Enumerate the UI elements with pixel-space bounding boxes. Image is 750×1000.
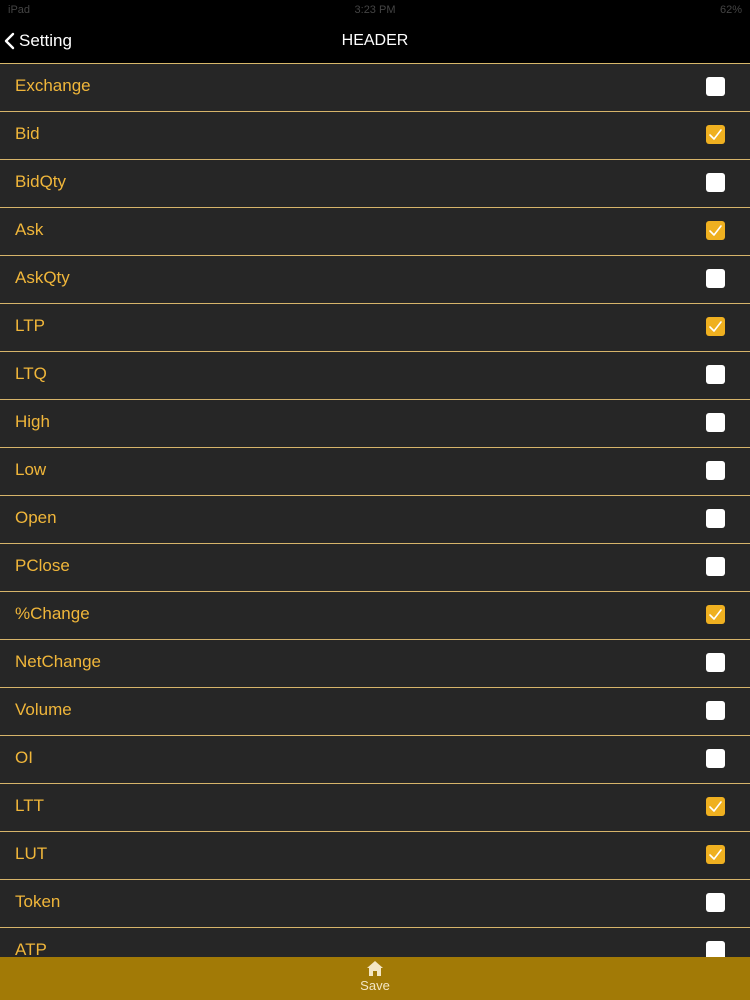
status-time: 3:23 PM	[354, 4, 396, 16]
status-battery: 62%	[719, 4, 742, 16]
list-item-label: Low	[15, 460, 47, 479]
status-bar: iPad 3:23 PM 62%	[0, 0, 750, 20]
list-item-label: %Change	[15, 604, 90, 623]
list-item-label: High	[15, 412, 50, 431]
home-icon	[367, 961, 383, 976]
checkbox[interactable]	[706, 509, 725, 528]
checkbox[interactable]	[706, 461, 725, 480]
tab-bar: Save	[0, 957, 750, 1000]
checkbox[interactable]	[706, 557, 725, 576]
checkbox[interactable]	[706, 941, 725, 957]
checkbox[interactable]	[706, 701, 725, 720]
checkbox[interactable]	[706, 365, 725, 384]
list-item[interactable]: AskQty	[0, 256, 750, 304]
list-item[interactable]: LTP	[0, 304, 750, 352]
list-item-label: BidQty	[15, 172, 67, 191]
checkmark-icon	[709, 321, 722, 332]
save-button[interactable]: Save	[345, 960, 405, 998]
list-item[interactable]: LTT	[0, 784, 750, 832]
list-item[interactable]: High	[0, 400, 750, 448]
checkbox[interactable]	[706, 749, 725, 768]
list-item-label: Volume	[15, 700, 72, 719]
list-item[interactable]: LUT	[0, 832, 750, 880]
list-item-label: OI	[15, 748, 33, 767]
list-item[interactable]: Exchange	[0, 64, 750, 112]
list-item-label: LTT	[15, 796, 44, 815]
list-item-label: LTQ	[15, 364, 47, 383]
list-item[interactable]: BidQty	[0, 160, 750, 208]
checkbox[interactable]	[706, 77, 725, 96]
list-item[interactable]: NetChange	[0, 640, 750, 688]
list-item[interactable]: ATP	[0, 928, 750, 957]
list-item-label: Bid	[15, 124, 40, 143]
list-item-label: ATP	[15, 940, 47, 957]
checkbox[interactable]	[706, 797, 725, 816]
list-item[interactable]: Ask	[0, 208, 750, 256]
checkmark-icon	[709, 225, 722, 236]
checkbox[interactable]	[706, 893, 725, 912]
list-item-label: Ask	[15, 220, 44, 239]
checkbox[interactable]	[706, 605, 725, 624]
checkmark-icon	[709, 129, 722, 140]
list-item-label: PClose	[15, 556, 70, 575]
checkmark-icon	[709, 801, 722, 812]
checkbox[interactable]	[706, 269, 725, 288]
page-title: HEADER	[341, 32, 409, 49]
checkbox[interactable]	[706, 653, 725, 672]
column-settings-list: Exchange Bid BidQty Ask AskQty LTP LTQ H…	[0, 64, 750, 957]
checkbox[interactable]	[706, 173, 725, 192]
checkmark-icon	[709, 609, 722, 620]
checkbox[interactable]	[706, 125, 725, 144]
list-item[interactable]: LTQ	[0, 352, 750, 400]
list-item[interactable]: Token	[0, 880, 750, 928]
checkbox[interactable]	[706, 845, 725, 864]
list-item-label: Token	[15, 892, 61, 911]
list-item[interactable]: OI	[0, 736, 750, 784]
checkbox[interactable]	[706, 221, 725, 240]
list-item-label: LUT	[15, 844, 48, 863]
list-item[interactable]: Open	[0, 496, 750, 544]
list-item[interactable]: Volume	[0, 688, 750, 736]
checkbox[interactable]	[706, 413, 725, 432]
list-item-label: LTP	[15, 316, 45, 335]
list-item-label: AskQty	[15, 268, 70, 287]
list-item[interactable]: Low	[0, 448, 750, 496]
checkmark-icon	[709, 849, 722, 860]
save-button-label: Save	[360, 978, 390, 993]
list-item-label: Open	[15, 508, 57, 527]
list-item-label: NetChange	[15, 652, 102, 671]
checkbox[interactable]	[706, 317, 725, 336]
list-item[interactable]: PClose	[0, 544, 750, 592]
list-item-label: Exchange	[15, 76, 91, 95]
list-item[interactable]: %Change	[0, 592, 750, 640]
list-item[interactable]: Bid	[0, 112, 750, 160]
navigation-bar: Setting HEADER	[0, 20, 750, 64]
